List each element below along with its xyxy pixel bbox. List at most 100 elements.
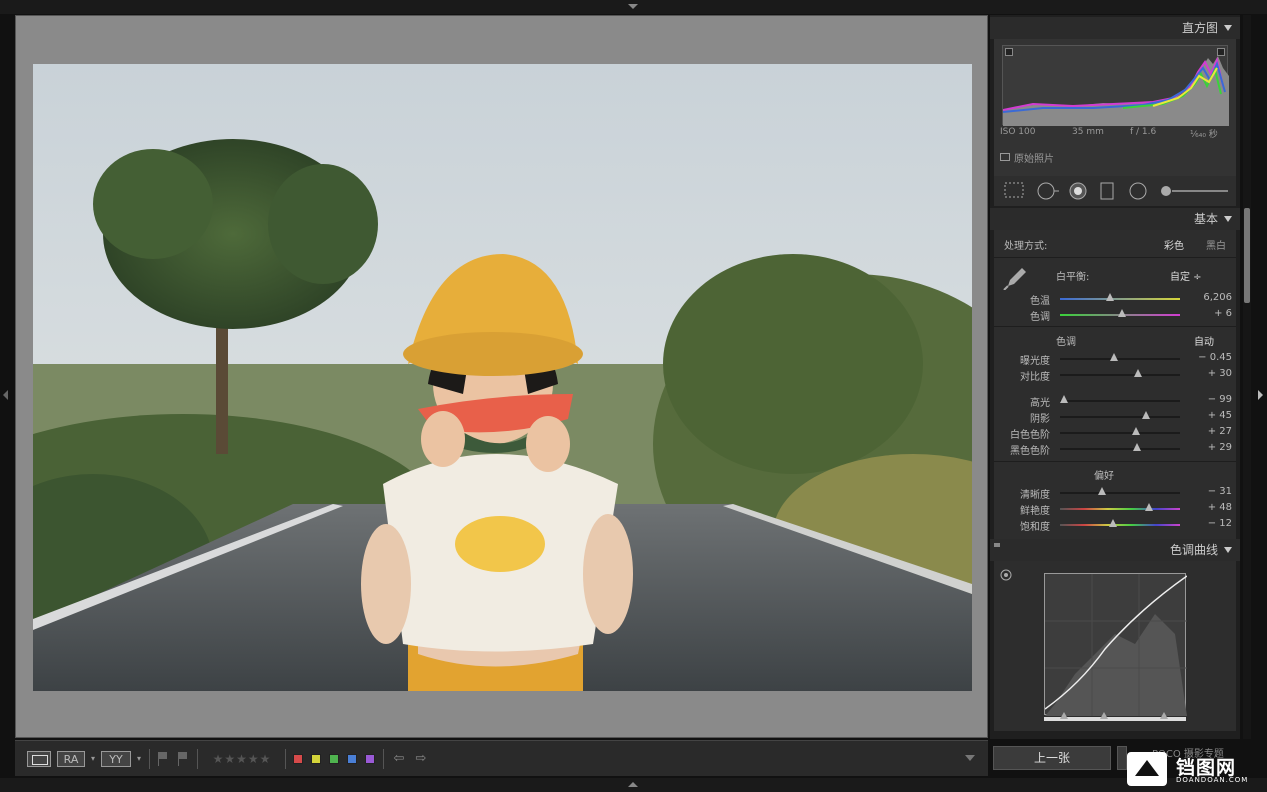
slider-track[interactable] bbox=[1060, 298, 1180, 300]
develop-right-panel: 直方图 ISO 100 35 mm f / 1.6 ¹⁄₆₄₀ 秒 原始照片 基… bbox=[990, 15, 1240, 739]
slider-knob[interactable] bbox=[1108, 519, 1117, 527]
flag-reject-icon[interactable] bbox=[178, 752, 188, 766]
slider-track[interactable] bbox=[1060, 492, 1180, 494]
before-after-button[interactable]: RA bbox=[57, 751, 85, 767]
slider-track[interactable] bbox=[1060, 432, 1180, 434]
slider-knob[interactable] bbox=[1132, 443, 1141, 451]
right-panel-toggle-icon[interactable] bbox=[1258, 390, 1263, 400]
star-rating[interactable]: ★★★★★ bbox=[205, 751, 279, 767]
before-after-dropdown-icon[interactable]: ▾ bbox=[89, 751, 97, 767]
slider-knob[interactable] bbox=[1059, 395, 1068, 403]
slider-track[interactable] bbox=[1060, 374, 1180, 376]
next-arrow-icon[interactable]: ⇨ bbox=[413, 752, 429, 766]
slider-knob[interactable] bbox=[1144, 503, 1153, 511]
color-label-green[interactable] bbox=[329, 754, 339, 764]
slider-track[interactable] bbox=[1060, 400, 1180, 402]
slider-track[interactable] bbox=[1060, 358, 1180, 360]
collapse-triangle-icon[interactable] bbox=[1224, 25, 1232, 31]
collapse-top-arrow-icon[interactable] bbox=[628, 4, 638, 9]
slider-value[interactable]: + 6 bbox=[1214, 308, 1232, 319]
collapse-triangle-icon[interactable] bbox=[1224, 216, 1232, 222]
previous-arrow-icon[interactable]: ⇦ bbox=[391, 752, 407, 766]
flag-pick-icon[interactable] bbox=[158, 752, 168, 766]
clarity-slider[interactable]: 清晰度 − 31 bbox=[994, 484, 1236, 501]
slider-knob[interactable] bbox=[1118, 309, 1127, 317]
split-point-highlights[interactable] bbox=[1160, 712, 1168, 719]
slider-track[interactable] bbox=[1060, 508, 1180, 510]
slider-knob[interactable] bbox=[1106, 293, 1115, 301]
slider-knob[interactable] bbox=[1134, 369, 1142, 377]
red-eye-icon[interactable] bbox=[1068, 182, 1088, 200]
basic-header[interactable]: 基本 bbox=[990, 208, 1240, 230]
spot-removal-icon[interactable] bbox=[1036, 182, 1060, 200]
slider-knob[interactable] bbox=[1131, 427, 1140, 435]
shadow-clipping-indicator[interactable] bbox=[1005, 48, 1013, 56]
exposure-slider[interactable]: 曝光度 − 0.45 bbox=[994, 350, 1236, 367]
white-balance-dropdown[interactable]: 自定 ÷ bbox=[1170, 268, 1202, 283]
slider-track[interactable] bbox=[1060, 448, 1180, 450]
previous-button[interactable]: 上一张 bbox=[993, 746, 1111, 770]
radial-filter-icon[interactable] bbox=[1128, 182, 1148, 200]
highlights-slider[interactable]: 高光 − 99 bbox=[994, 392, 1236, 409]
split-point-shadows[interactable] bbox=[1060, 712, 1068, 719]
graduated-filter-icon[interactable] bbox=[1100, 182, 1114, 200]
slider-track[interactable] bbox=[1060, 524, 1180, 526]
tint-slider[interactable]: 色调 + 6 bbox=[994, 306, 1236, 323]
expand-filmstrip-arrow-icon[interactable] bbox=[628, 782, 638, 787]
slider-value[interactable]: + 45 bbox=[1208, 410, 1232, 421]
slider-value[interactable]: 6,206 bbox=[1203, 292, 1232, 303]
image-canvas[interactable] bbox=[15, 15, 988, 738]
slider-value[interactable]: + 30 bbox=[1208, 368, 1232, 379]
scrollbar-thumb[interactable] bbox=[1244, 208, 1250, 303]
slider-value[interactable]: + 27 bbox=[1208, 426, 1232, 437]
slider-knob[interactable] bbox=[1110, 353, 1118, 361]
tone-curve-header[interactable]: 色调曲线 bbox=[990, 539, 1240, 561]
color-label-red[interactable] bbox=[293, 754, 303, 764]
treatment-bw-button[interactable]: 黑白 bbox=[1206, 237, 1226, 252]
left-panel-toggle-icon[interactable] bbox=[3, 390, 8, 400]
divider bbox=[994, 461, 1236, 462]
highlight-clipping-indicator[interactable] bbox=[1217, 48, 1225, 56]
panel-toggle-icon[interactable] bbox=[994, 543, 1000, 547]
treatment-color-button[interactable]: 彩色 bbox=[1164, 237, 1184, 252]
top-panel-toggle[interactable] bbox=[0, 0, 1267, 14]
bottom-panel-toggle[interactable] bbox=[0, 778, 1267, 792]
color-label-yellow[interactable] bbox=[311, 754, 321, 764]
compare-view-button[interactable]: YY bbox=[101, 751, 131, 767]
slider-knob[interactable] bbox=[1142, 411, 1151, 419]
slider-value[interactable]: + 48 bbox=[1208, 502, 1232, 513]
saturation-slider[interactable]: 饱和度 − 12 bbox=[994, 516, 1236, 533]
toolbar-options-dropdown-icon[interactable] bbox=[965, 755, 975, 761]
vibrance-slider[interactable]: 鲜艳度 + 48 bbox=[994, 500, 1236, 517]
slider-value[interactable]: + 29 bbox=[1208, 442, 1232, 453]
temp-slider[interactable]: 色温 6,206 bbox=[994, 290, 1236, 307]
shadows-slider[interactable]: 阴影 + 45 bbox=[994, 408, 1236, 425]
slider-value[interactable]: − 0.45 bbox=[1198, 352, 1232, 363]
slider-track[interactable] bbox=[1060, 416, 1180, 418]
color-label-blue[interactable] bbox=[347, 754, 357, 764]
crop-overlay-icon[interactable] bbox=[1004, 182, 1024, 198]
slider-value[interactable]: − 12 bbox=[1208, 518, 1232, 529]
blacks-slider[interactable]: 黑色色阶 + 29 bbox=[994, 440, 1236, 457]
tone-auto-button[interactable]: 自动 bbox=[1194, 333, 1214, 348]
collapse-triangle-icon[interactable] bbox=[1224, 547, 1232, 553]
contrast-slider[interactable]: 对比度 + 30 bbox=[994, 366, 1236, 383]
slider-knob[interactable] bbox=[1098, 487, 1106, 495]
tone-curve-title: 色调曲线 bbox=[1169, 543, 1218, 557]
compare-dropdown-icon[interactable]: ▾ bbox=[135, 751, 143, 767]
tone-curve-graph[interactable] bbox=[1044, 573, 1187, 716]
reset-button[interactable] bbox=[1117, 746, 1127, 770]
split-point-midtones[interactable] bbox=[1100, 712, 1108, 719]
adjustment-brush-icon[interactable] bbox=[1160, 182, 1230, 200]
original-photo-checkbox[interactable] bbox=[1000, 153, 1010, 161]
slider-value[interactable]: − 99 bbox=[1208, 394, 1232, 405]
whites-slider[interactable]: 白色色阶 + 27 bbox=[994, 424, 1236, 441]
panel-scrollbar[interactable] bbox=[1243, 15, 1251, 739]
slider-value[interactable]: − 31 bbox=[1208, 486, 1232, 497]
loupe-view-button[interactable] bbox=[27, 751, 51, 767]
targeted-adjustment-icon[interactable] bbox=[1000, 569, 1012, 581]
color-label-purple[interactable] bbox=[365, 754, 375, 764]
eyedropper-icon[interactable] bbox=[1002, 264, 1028, 290]
histogram-header[interactable]: 直方图 bbox=[990, 17, 1240, 39]
divider bbox=[994, 257, 1236, 258]
